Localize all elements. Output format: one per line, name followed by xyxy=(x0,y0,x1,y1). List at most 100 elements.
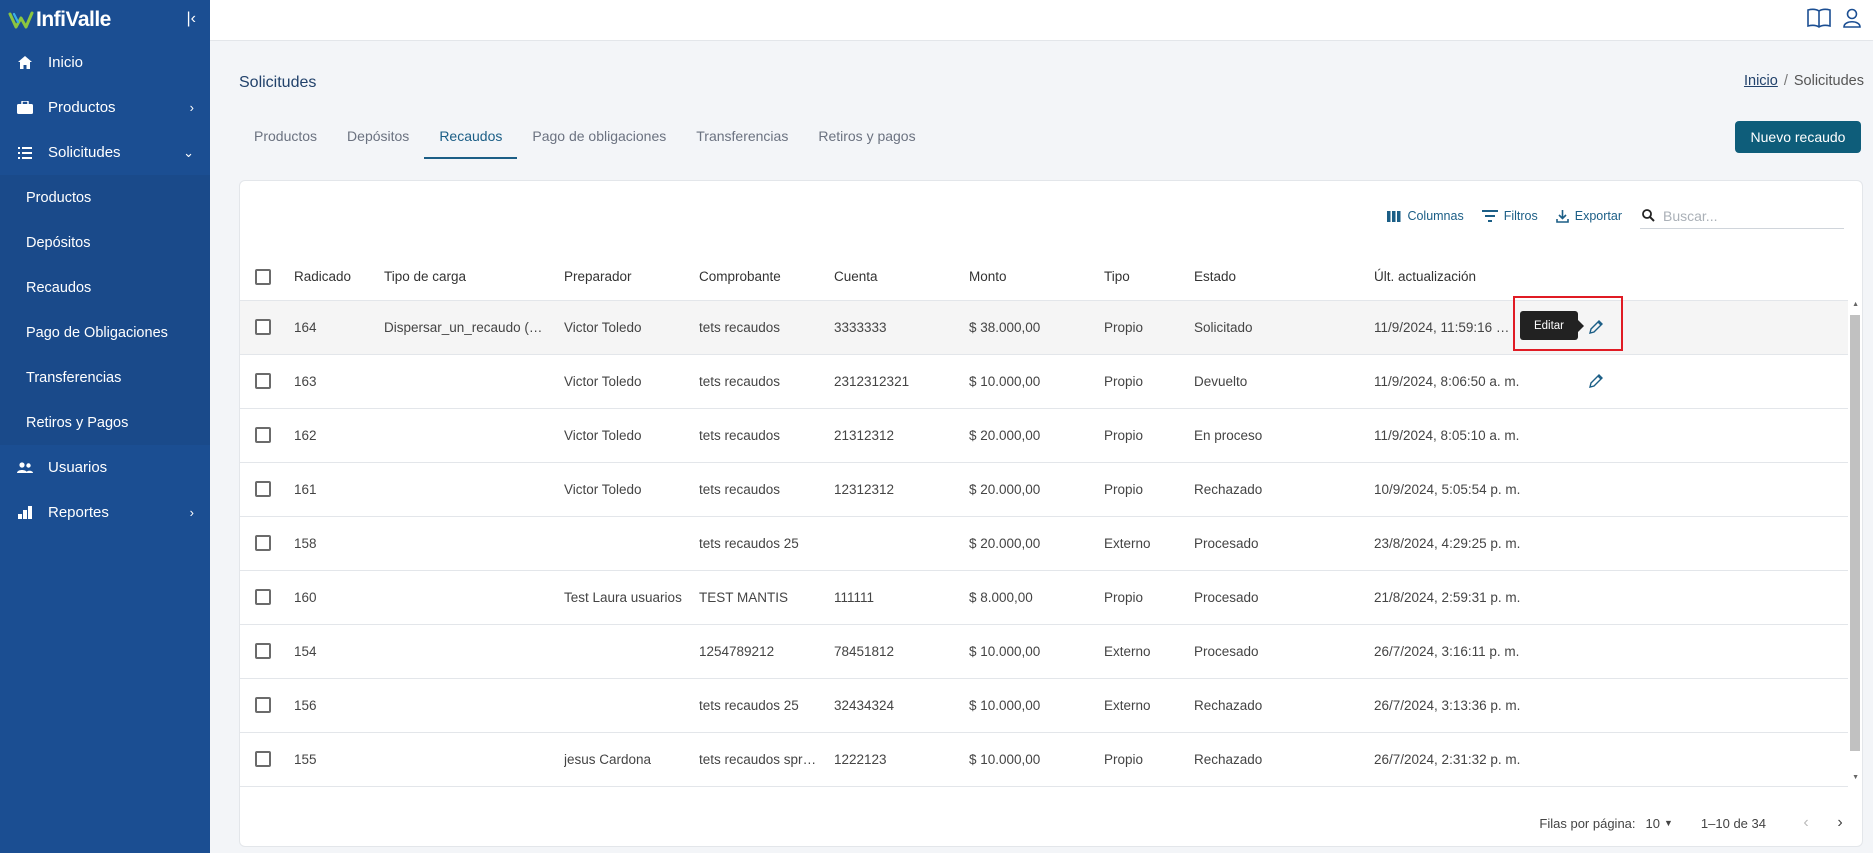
breadcrumb-link-inicio[interactable]: Inicio xyxy=(1744,73,1778,89)
table-row[interactable]: 162 Victor Toledo tets recaudos 21312312… xyxy=(240,409,1848,463)
table-row[interactable]: 163 Victor Toledo tets recaudos 23123123… xyxy=(240,355,1848,409)
filters-button[interactable]: Filtros xyxy=(1481,209,1538,223)
sidebar-subitem-productos[interactable]: Productos xyxy=(0,175,210,220)
tab-depositos[interactable]: Depósitos xyxy=(332,118,424,159)
sidebar-subitem-depositos[interactable]: Depósitos xyxy=(0,220,210,265)
table-row[interactable]: 160 Test Laura usuarios TEST MANTIS 1111… xyxy=(240,571,1848,625)
tab-recaudos[interactable]: Recaudos xyxy=(424,118,518,159)
scroll-up-icon[interactable]: ▲ xyxy=(1852,301,1859,308)
row-checkbox[interactable] xyxy=(255,697,271,713)
row-checkbox[interactable] xyxy=(255,373,271,389)
breadcrumb-separator: / xyxy=(1783,73,1788,89)
cell-cuenta: 111111 xyxy=(834,590,875,605)
table-row[interactable]: 154 1254789212 78451812 $ 10.000,00 Exte… xyxy=(240,625,1848,679)
new-recaudo-button[interactable]: Nuevo recaudo xyxy=(1735,121,1861,153)
search-input[interactable] xyxy=(1663,207,1833,224)
tab-pago-obligaciones[interactable]: Pago de obligaciones xyxy=(517,118,681,159)
sidebar-item-reportes[interactable]: Reportes › xyxy=(0,490,210,535)
sidebar-item-usuarios[interactable]: Usuarios xyxy=(0,445,210,490)
cell-radicado: 164 xyxy=(294,320,317,335)
chart-icon xyxy=(16,506,34,519)
caret-down-icon: ▼ xyxy=(1664,818,1673,828)
cell-cuenta: 32434324 xyxy=(834,698,895,713)
chevron-right-icon: › xyxy=(189,100,194,115)
row-checkbox[interactable] xyxy=(255,535,271,551)
cell-estado: Procesado xyxy=(1194,536,1259,551)
sidebar-item-productos[interactable]: Productos › xyxy=(0,85,210,130)
column-header-ultima-actualizacion[interactable]: Últ. actualización xyxy=(1374,269,1476,284)
table-row[interactable]: 156 tets recaudos 25 32434324 $ 10.000,0… xyxy=(240,679,1848,733)
book-icon[interactable] xyxy=(1807,8,1831,28)
sidebar-item-inicio[interactable]: Inicio xyxy=(0,40,210,85)
table-row[interactable]: 155 jesus Cardona tets recaudos sprin...… xyxy=(240,733,1848,787)
sidebar-subitem-recaudos[interactable]: Recaudos xyxy=(0,265,210,310)
cell-ultima-actualizacion: 11/9/2024, 11:59:16 a. m. xyxy=(1374,320,1516,335)
column-header-comprobante[interactable]: Comprobante xyxy=(699,269,781,284)
cell-ultima-actualizacion: 23/8/2024, 4:29:25 p. m. xyxy=(1374,536,1521,551)
select-all-checkbox[interactable] xyxy=(255,269,271,285)
cell-radicado: 158 xyxy=(294,536,317,551)
cell-tipo: Externo xyxy=(1104,536,1151,551)
sidebar: InfiValle |‹ Inicio Productos › Solicitu… xyxy=(0,0,210,853)
row-checkbox[interactable] xyxy=(255,481,271,497)
sidebar-submenu: Productos Depósitos Recaudos Pago de Obl… xyxy=(0,175,210,445)
edit-pencil-icon[interactable] xyxy=(1588,373,1604,389)
cell-monto: $ 38.000,00 xyxy=(969,320,1041,335)
sidebar-subitem-pago-obligaciones[interactable]: Pago de Obligaciones xyxy=(0,310,210,355)
cell-preparador: Victor Toledo xyxy=(564,482,642,497)
sidebar-subitem-retiros-pagos[interactable]: Retiros y Pagos xyxy=(0,400,210,445)
column-header-cuenta[interactable]: Cuenta xyxy=(834,269,878,284)
tab-transferencias[interactable]: Transferencias xyxy=(681,118,803,159)
user-icon[interactable] xyxy=(1843,8,1861,28)
columns-button[interactable]: Columnas xyxy=(1387,209,1464,223)
scroll-down-icon[interactable]: ▼ xyxy=(1852,774,1859,781)
cell-monto: $ 10.000,00 xyxy=(969,698,1041,713)
cell-radicado: 160 xyxy=(294,590,317,605)
column-header-estado[interactable]: Estado xyxy=(1194,269,1236,284)
download-icon xyxy=(1555,209,1569,223)
tab-productos[interactable]: Productos xyxy=(239,118,332,159)
breadcrumb: Inicio / Solicitudes xyxy=(1744,73,1864,89)
collapse-sidebar-icon[interactable]: |‹ xyxy=(187,10,196,28)
row-checkbox[interactable] xyxy=(255,751,271,767)
row-checkbox[interactable] xyxy=(255,427,271,443)
cell-monto: $ 20.000,00 xyxy=(969,428,1041,443)
cell-estado: Solicitado xyxy=(1194,320,1253,335)
cell-radicado: 154 xyxy=(294,644,317,659)
column-header-preparador[interactable]: Preparador xyxy=(564,269,632,284)
table-row[interactable]: 161 Victor Toledo tets recaudos 12312312… xyxy=(240,463,1848,517)
cell-tipo-carga: Dispersar_un_recaudo (4) (... xyxy=(384,320,544,335)
next-page-icon[interactable]: › xyxy=(1828,814,1852,832)
column-header-radicado[interactable]: Radicado xyxy=(294,269,351,284)
column-header-tipo-carga[interactable]: Tipo de carga xyxy=(384,269,466,284)
row-checkbox[interactable] xyxy=(255,589,271,605)
cell-comprobante: tets recaudos 25 xyxy=(699,698,799,713)
row-checkbox[interactable] xyxy=(255,319,271,335)
cell-cuenta: 1222123 xyxy=(834,752,887,767)
rows-per-page-label: Filas por página: xyxy=(1539,815,1636,831)
cell-radicado: 163 xyxy=(294,374,317,389)
rows-per-page-select[interactable]: 10 ▼ xyxy=(1646,816,1673,831)
column-header-monto[interactable]: Monto xyxy=(969,269,1007,284)
sidebar-item-label: Reportes xyxy=(48,504,109,521)
previous-page-icon[interactable]: ‹ xyxy=(1794,814,1818,832)
cell-comprobante: tets recaudos xyxy=(699,482,781,497)
sidebar-item-label: Productos xyxy=(48,99,116,116)
scroll-thumb[interactable] xyxy=(1850,315,1860,751)
column-header-tipo[interactable]: Tipo xyxy=(1104,269,1130,284)
export-button[interactable]: Exportar xyxy=(1555,209,1622,223)
highlight-box xyxy=(1513,296,1623,351)
users-icon xyxy=(16,461,34,474)
cell-comprobante: tets recaudos xyxy=(699,428,781,443)
table-row[interactable]: 158 tets recaudos 25 $ 20.000,00 Externo… xyxy=(240,517,1848,571)
tab-retiros-pagos[interactable]: Retiros y pagos xyxy=(803,118,930,159)
cell-tipo: Propio xyxy=(1104,752,1144,767)
table-scrollbar[interactable]: ▲ ▼ xyxy=(1849,301,1860,781)
sidebar-subitem-transferencias[interactable]: Transferencias xyxy=(0,355,210,400)
cell-preparador: Test Laura usuarios xyxy=(564,590,682,605)
row-checkbox[interactable] xyxy=(255,643,271,659)
sidebar-item-solicitudes[interactable]: Solicitudes ⌄ xyxy=(0,130,210,175)
brand-logo[interactable]: InfiValle xyxy=(8,8,111,32)
table-header: Radicado Tipo de carga Preparador Compro… xyxy=(240,253,1848,301)
cell-radicado: 162 xyxy=(294,428,317,443)
